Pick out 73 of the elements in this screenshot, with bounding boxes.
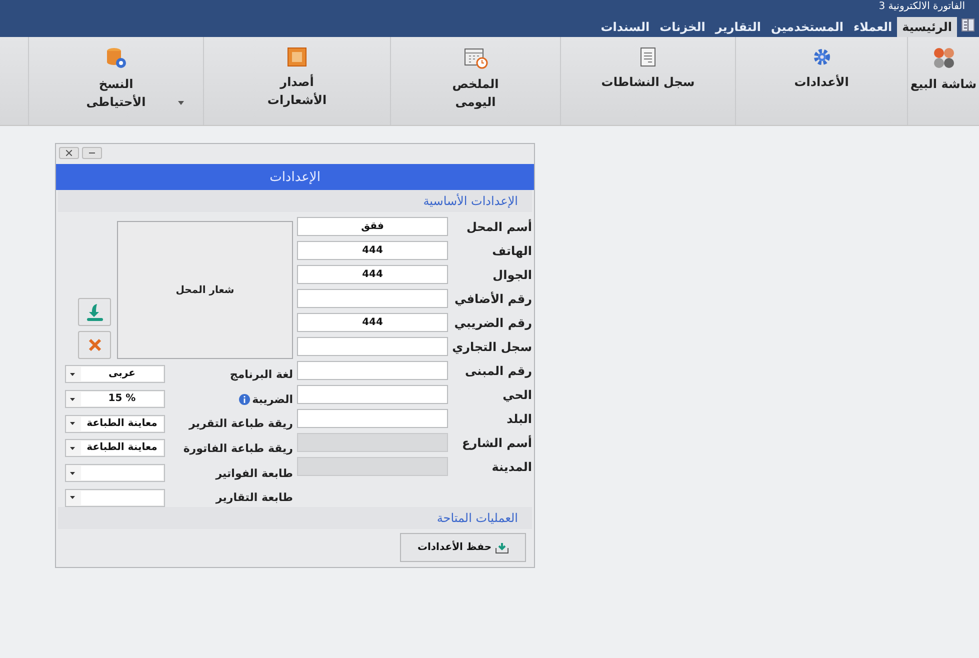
input-field[interactable]: 444	[297, 313, 448, 332]
input-field[interactable]	[297, 337, 448, 356]
caret-icon	[70, 472, 75, 475]
section-header: الإعدادات الأساسية	[58, 190, 532, 212]
input-field[interactable]: 444	[297, 241, 448, 260]
ribbon-button[interactable]: أصدار الأشعارات	[267, 73, 327, 109]
field-label: رقم الضريبي	[453, 316, 532, 330]
delete-button[interactable]	[78, 331, 111, 359]
menu-tab[interactable]: الرئيسية	[897, 17, 957, 37]
caret-icon	[70, 496, 75, 500]
calendar-clock-icon	[464, 47, 488, 69]
dropdown[interactable]: معاينة الطباعة	[65, 414, 165, 433]
menu-tab[interactable]: السندات	[596, 17, 655, 37]
close-icon	[88, 338, 102, 352]
caret-icon[interactable]	[178, 101, 184, 105]
download-icon	[494, 542, 509, 554]
field-label: رقم الأضافي	[453, 292, 532, 306]
ribbon-button[interactable]: الأعدادات	[794, 73, 849, 91]
field-label: المدينة	[490, 460, 532, 474]
menu-tab[interactable]: الخزنات	[654, 17, 710, 37]
ribbon-button[interactable]: سجل النشاطات	[601, 73, 695, 91]
minimize-icon	[89, 152, 95, 154]
database-gear-icon	[105, 47, 128, 69]
download-icon	[84, 302, 104, 322]
menu-tab[interactable]: العملاء	[848, 17, 898, 37]
upload-button[interactable]	[78, 298, 111, 326]
close-button[interactable]	[59, 147, 79, 159]
dropdown[interactable]	[65, 488, 165, 507]
caret-icon	[70, 372, 75, 376]
field-label: الجوال	[492, 268, 532, 282]
field-label: البلد	[506, 412, 532, 426]
dots-icon	[932, 47, 954, 69]
notice-icon	[287, 47, 307, 67]
option-label: طابعة الفواتير	[214, 466, 293, 480]
dropdown[interactable]: معاينة الطباعة	[65, 439, 165, 458]
field-label: سجل التجاري	[452, 340, 532, 354]
app-title: الفاتورة الالكترونية 3	[878, 0, 965, 13]
logo-box[interactable]: شعار المحل	[117, 221, 293, 359]
ribbon-button[interactable]: الملخص اليومى	[452, 75, 499, 111]
input-field[interactable]: 444	[297, 265, 448, 284]
menu-tab[interactable]: المستخدمين	[766, 17, 848, 37]
field-label: الهاتف	[491, 244, 532, 258]
save-button[interactable]: حفظ الأعدادات	[400, 533, 526, 562]
field-label: أسم المحل	[465, 220, 532, 234]
option-label: الضريبة	[169, 392, 293, 406]
caret-icon	[70, 446, 75, 450]
ribbon-button[interactable]: النسخ الأحتياطى	[86, 75, 146, 111]
dropdown[interactable]: عربى	[65, 365, 165, 384]
field-label: الحي	[502, 388, 532, 402]
option-label: ريقة طباعة التقرير	[188, 417, 293, 430]
option-label: لغة البرنامج	[228, 368, 293, 381]
minimize-button[interactable]	[82, 147, 102, 159]
ribbon-button[interactable]: شاشة البيع	[910, 75, 977, 93]
field-label: رقم المبنى	[464, 364, 532, 378]
dropdown[interactable]: 15 %	[65, 390, 165, 408]
caret-icon	[70, 398, 75, 400]
input-field[interactable]: فقق	[297, 217, 448, 236]
section-header: العمليات المتاحة	[58, 507, 532, 529]
input-field[interactable]	[297, 409, 448, 428]
close-icon	[66, 150, 72, 156]
dialog-title: الإعدادات	[270, 170, 320, 184]
input-field[interactable]	[297, 361, 448, 380]
gear-icon	[812, 47, 832, 67]
app-menu-icon[interactable]	[961, 18, 975, 32]
option-label: طابعة التقارير	[214, 491, 293, 504]
input-field[interactable]	[297, 289, 448, 308]
field-label: أسم الشارع	[461, 436, 532, 450]
dropdown[interactable]	[65, 464, 165, 482]
document-icon	[640, 47, 656, 67]
option-label: ريقة طباعة الفاتورة	[182, 442, 293, 455]
menu-tab[interactable]: التقارير	[710, 17, 766, 37]
input-field[interactable]	[297, 385, 448, 404]
caret-icon	[70, 422, 75, 426]
